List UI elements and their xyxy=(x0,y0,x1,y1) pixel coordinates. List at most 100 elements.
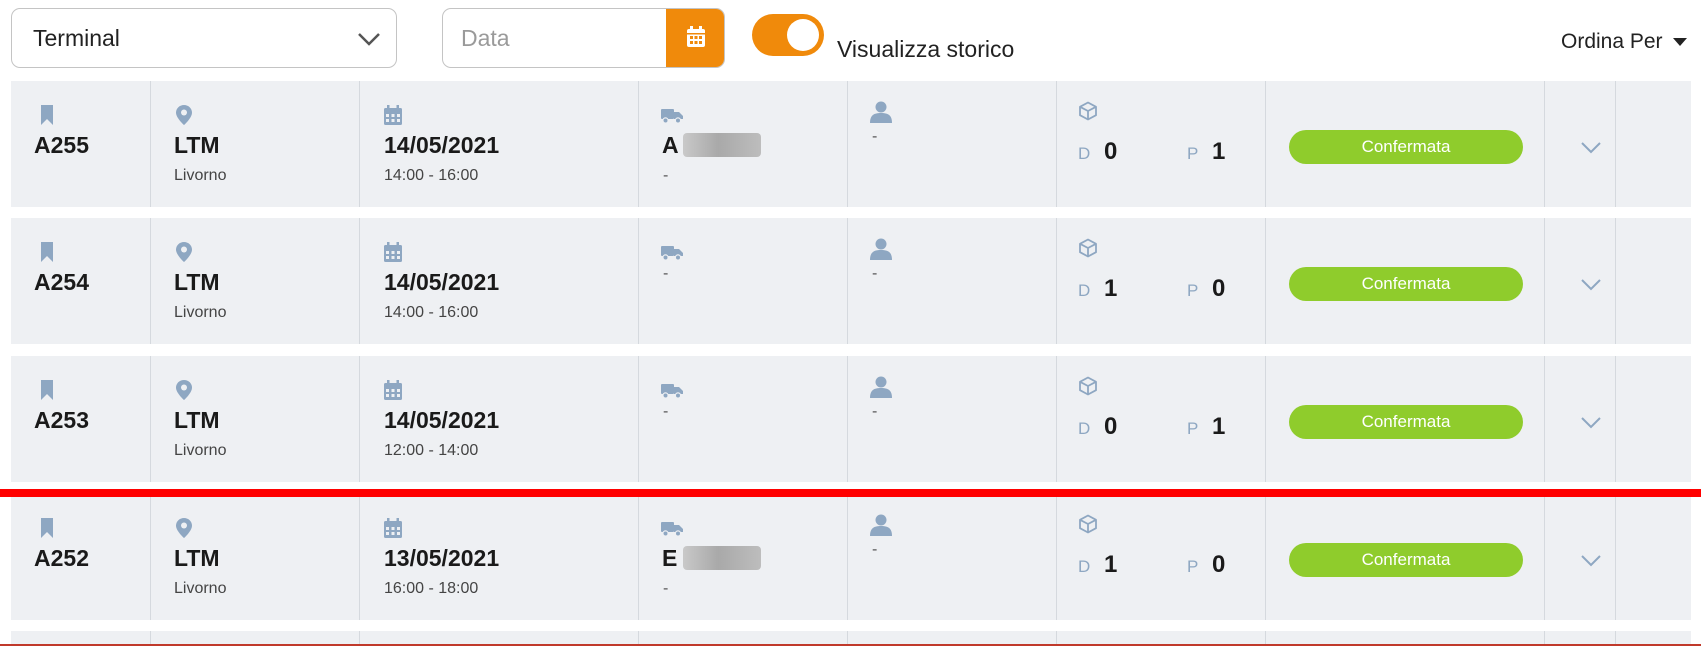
column-divider xyxy=(1544,81,1545,207)
separator-line xyxy=(0,489,1701,497)
column-divider xyxy=(359,356,360,482)
delivery-label: D xyxy=(1078,419,1091,438)
driver-name: - xyxy=(872,541,878,558)
calendar-icon xyxy=(384,518,402,543)
user-icon xyxy=(870,514,892,541)
column-divider xyxy=(1265,81,1266,207)
vehicle-detail: - xyxy=(663,167,669,184)
cube-icon xyxy=(1078,238,1098,263)
column-divider xyxy=(1265,631,1266,645)
column-divider xyxy=(1615,631,1616,645)
column-divider xyxy=(359,81,360,207)
redacted-plate xyxy=(683,133,761,157)
column-divider xyxy=(150,494,151,620)
vehicle-detail: - xyxy=(663,403,669,420)
booking-row[interactable]: A253 LTM Livorno 14/05/2021 12:00 - 14:00 - - D… xyxy=(11,356,1691,482)
status-badge: Confermata xyxy=(1289,543,1523,577)
chevron-down-icon xyxy=(358,33,380,46)
delivery-label: D xyxy=(1078,144,1091,163)
pickup-label: P xyxy=(1187,144,1199,163)
driver-name: - xyxy=(872,403,878,420)
pickup-count: 1 xyxy=(1212,413,1226,440)
status-badge: Confermata xyxy=(1289,130,1523,164)
terminal-city: Livorno xyxy=(174,167,227,184)
column-divider xyxy=(1265,494,1266,620)
delivery-count: 1 xyxy=(1104,275,1118,302)
truck-icon xyxy=(661,245,683,266)
history-toggle[interactable] xyxy=(752,14,824,56)
column-divider xyxy=(359,631,360,645)
terminal-city: Livorno xyxy=(174,442,227,459)
column-divider xyxy=(150,356,151,482)
truck-icon xyxy=(661,108,683,129)
caret-down-icon xyxy=(1672,38,1687,47)
vehicle-detail: - xyxy=(663,580,669,597)
column-divider xyxy=(638,631,639,645)
calendar-icon xyxy=(384,242,402,267)
bookmark-icon xyxy=(40,380,54,405)
date-field xyxy=(442,8,725,68)
terminal-code: LTM xyxy=(174,545,220,571)
bookmark-icon xyxy=(40,105,54,130)
time-slot: 16:00 - 18:00 xyxy=(384,580,479,597)
booking-row[interactable]: A254 LTM Livorno 14/05/2021 14:00 - 16:00 - - D… xyxy=(11,218,1691,344)
column-divider xyxy=(1615,494,1616,620)
booking-date: 14/05/2021 xyxy=(384,132,500,158)
cube-icon xyxy=(1078,514,1098,539)
booking-id: A252 xyxy=(34,545,89,571)
booking-row[interactable]: A252 LTM Livorno 13/05/2021 16:00 - 18:00 E - -… xyxy=(11,494,1691,620)
column-divider xyxy=(150,218,151,344)
column-divider xyxy=(1615,218,1616,344)
pickup-label: P xyxy=(1187,557,1199,576)
column-divider xyxy=(847,81,848,207)
column-divider xyxy=(1544,494,1545,620)
location-pin-icon xyxy=(176,518,192,543)
location-pin-icon xyxy=(176,242,192,267)
column-divider xyxy=(150,81,151,207)
booking-id: A255 xyxy=(34,132,89,158)
date-input[interactable] xyxy=(443,9,667,67)
column-divider xyxy=(847,631,848,645)
column-divider xyxy=(638,218,639,344)
column-divider xyxy=(1265,218,1266,344)
column-divider xyxy=(359,218,360,344)
time-slot: 14:00 - 16:00 xyxy=(384,304,479,321)
pickup-label: P xyxy=(1187,419,1199,438)
delivery-count: 0 xyxy=(1104,138,1118,165)
terminal-select[interactable]: Terminal xyxy=(11,8,397,68)
delivery-count: 1 xyxy=(1104,551,1118,578)
booking-id: A253 xyxy=(34,407,89,433)
column-divider xyxy=(1544,631,1545,645)
calendar-button[interactable] xyxy=(666,9,724,67)
truck-icon xyxy=(661,521,683,542)
calendar-icon xyxy=(384,105,402,130)
vehicle-plate: E xyxy=(662,545,678,571)
terminal-city: Livorno xyxy=(174,580,227,597)
vehicle-plate: A xyxy=(662,132,679,158)
chevron-down-icon[interactable] xyxy=(1580,554,1602,573)
calendar-icon xyxy=(687,26,705,47)
history-toggle-label: Visualizza storico xyxy=(837,36,1015,62)
column-divider xyxy=(1056,631,1057,645)
chevron-down-icon[interactable] xyxy=(1580,278,1602,297)
booking-date: 14/05/2021 xyxy=(384,407,500,433)
location-pin-icon xyxy=(176,105,192,130)
bookmark-icon xyxy=(40,242,54,267)
driver-name: - xyxy=(872,265,878,282)
vehicle-detail: - xyxy=(663,265,669,282)
sort-dropdown[interactable]: Ordina Per xyxy=(1561,30,1687,54)
column-divider xyxy=(638,494,639,620)
terminal-code: LTM xyxy=(174,132,220,158)
column-divider xyxy=(847,218,848,344)
user-icon xyxy=(870,101,892,128)
chevron-down-icon[interactable] xyxy=(1580,141,1602,160)
chevron-down-icon[interactable] xyxy=(1580,416,1602,435)
location-pin-icon xyxy=(176,380,192,405)
booking-row[interactable] xyxy=(11,631,1691,645)
column-divider xyxy=(1056,218,1057,344)
booking-row[interactable]: A255 LTM Livorno 14/05/2021 14:00 - 16:00 A - -… xyxy=(11,81,1691,207)
pickup-count: 1 xyxy=(1212,138,1226,165)
time-slot: 12:00 - 14:00 xyxy=(384,442,479,459)
booking-date: 14/05/2021 xyxy=(384,269,500,295)
column-divider xyxy=(359,494,360,620)
